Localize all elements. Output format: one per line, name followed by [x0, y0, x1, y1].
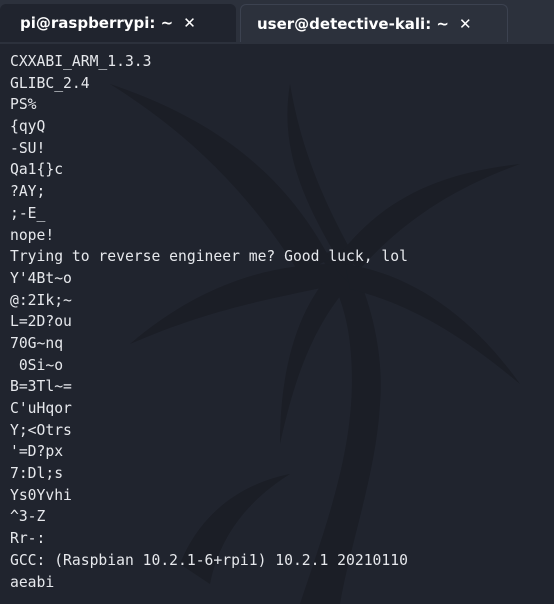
terminal-line: 0Si~o	[10, 356, 64, 374]
terminal-line: Y;<Otrs	[10, 421, 72, 439]
tab-bar: pi@raspberrypi: ~ ✕ user@detective-kali:…	[0, 0, 554, 44]
close-icon[interactable]: ✕	[183, 14, 196, 32]
terminal-line: 7:Dl;s	[10, 465, 64, 483]
terminal-line: L=2D?ou	[10, 313, 72, 331]
terminal-line: PS%	[10, 96, 37, 114]
close-icon[interactable]: ✕	[459, 15, 472, 33]
terminal-line: -SU!	[10, 139, 46, 157]
terminal-line: '=D?px	[10, 443, 64, 461]
tab-raspberrypi[interactable]: pi@raspberrypi: ~ ✕	[0, 4, 236, 42]
terminal-line: Qa1{}c	[10, 161, 64, 179]
terminal-line: GLIBC_2.4	[10, 74, 90, 92]
terminal-line: B=3Tl~=	[10, 378, 72, 396]
terminal-window: pi@raspberrypi: ~ ✕ user@detective-kali:…	[0, 0, 554, 604]
tab-detective-kali[interactable]: user@detective-kali: ~ ✕	[240, 4, 508, 42]
tab-title: pi@raspberrypi: ~	[20, 14, 174, 32]
terminal-text: CXXABI_ARM_1.3.3 GLIBC_2.4 PS% {qyQ -SU! Qa1{…	[10, 51, 408, 593]
terminal-line: C'uHqor	[10, 400, 72, 417]
terminal-line: Y'4Bt~o	[10, 269, 72, 287]
terminal-line: {qyQ	[10, 118, 46, 136]
terminal-line: ?AY;	[10, 183, 46, 201]
terminal-line: Trying to reverse engineer me? Good luck…	[10, 248, 408, 266]
terminal-line: ^3-Z	[10, 508, 46, 526]
tab-title: user@detective-kali: ~	[257, 14, 449, 33]
terminal-line: Ys0Yvhi	[10, 486, 72, 504]
terminal-line: ;-E_	[10, 204, 46, 222]
terminal-line: aeabi	[10, 573, 55, 591]
terminal-line: @:2Ik;~	[10, 291, 72, 309]
terminal-line: nope!	[10, 226, 55, 244]
terminal-line: CXXABI_ARM_1.3.3	[10, 53, 152, 70]
terminal-output-area[interactable]: CXXABI_ARM_1.3.3 GLIBC_2.4 PS% {qyQ -SU! Qa1{…	[0, 44, 554, 604]
terminal-line: GCC: (Raspbian 10.2.1-6+rpi1) 10.2.1 202…	[10, 551, 408, 569]
terminal-line: Rr-:	[10, 530, 46, 548]
terminal-line: 70G~nq	[10, 334, 64, 352]
